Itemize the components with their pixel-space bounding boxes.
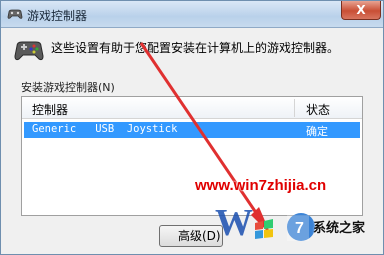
title-bar[interactable]: 游戏控制器 X <box>1 1 383 28</box>
installed-controllers-label: 安装游戏控制器(N) <box>21 81 115 94</box>
column-header-controller[interactable]: 控制器 <box>32 101 68 118</box>
close-button[interactable]: X <box>341 1 381 20</box>
game-controller-icon <box>14 41 44 61</box>
list-item[interactable]: Generic USB Joystick 确定 <box>24 122 360 138</box>
window-title: 游戏控制器 <box>27 9 88 23</box>
description-text: 这些设置有助于您配置安装在计算机上的游戏控制器。 <box>51 41 340 55</box>
column-divider[interactable] <box>294 99 295 117</box>
watermark-brand: 系统之家 <box>313 221 366 236</box>
watermark-url: www.win7zhijia.cn <box>195 177 327 194</box>
controller-status: 确定 <box>306 125 328 138</box>
svg-text:W: W <box>215 202 253 244</box>
gamepad-icon <box>7 9 23 19</box>
game-controllers-dialog: 游戏控制器 X 这些设置有助于您配置安装在计算机上的游戏控制器。 安装游戏控制器… <box>0 0 384 255</box>
column-header-status[interactable]: 状态 <box>306 101 330 118</box>
controller-name: Generic USB Joystick <box>32 123 178 135</box>
list-header: 控制器 状态 <box>22 97 362 119</box>
